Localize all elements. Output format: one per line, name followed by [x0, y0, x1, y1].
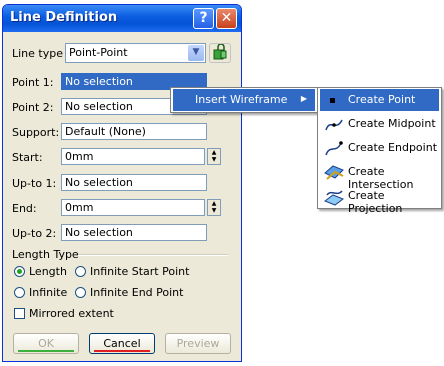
menu-item-label: Create Midpoint	[348, 117, 436, 130]
ok-button[interactable]: OK	[13, 333, 79, 354]
upto2-label: Up-to 2:	[12, 227, 57, 240]
menu-item-label: Create Projection	[348, 189, 403, 215]
spin-up-icon[interactable]: ▲	[208, 149, 220, 156]
point-icon	[330, 98, 335, 103]
endpoint-icon	[325, 141, 343, 156]
infinite-end-label: Infinite End Point	[90, 286, 184, 299]
menu-item-label: Create Endpoint	[348, 141, 438, 154]
midpoint-icon	[325, 119, 343, 131]
line-type-lock-button[interactable]	[209, 43, 231, 63]
menu-item-create-midpoint[interactable]: Create Midpoint	[320, 113, 439, 135]
menu-item-create-projection[interactable]: Create Projection	[320, 185, 439, 215]
mirrored-label: Mirrored extent	[29, 307, 114, 320]
preview-button-label: Preview	[176, 337, 220, 350]
title-bar[interactable]: Line Definition ? ✕	[3, 5, 241, 32]
upto1-field[interactable]: No selection	[61, 174, 207, 191]
line-type-label: Line type :	[12, 47, 71, 60]
point1-label: Point 1:	[12, 76, 54, 89]
infinite-radio-label: Infinite	[29, 286, 68, 299]
infinite-end-radio[interactable]	[75, 287, 86, 298]
end-field[interactable]: 0mm	[61, 199, 205, 216]
infinite-start-radio[interactable]	[75, 266, 86, 277]
chevron-down-icon[interactable]: ▼	[188, 45, 204, 61]
preview-button[interactable]: Preview	[165, 333, 231, 354]
spin-up-icon[interactable]: ▲	[208, 200, 220, 207]
menu-item-create-intersection[interactable]: Create Intersection	[320, 161, 439, 191]
length-radio-label: Length	[29, 265, 67, 278]
lock-icon	[213, 43, 227, 60]
projection-icon	[323, 190, 345, 206]
menu-item-label: Create Point	[348, 93, 416, 106]
support-label: Support:	[12, 126, 60, 139]
close-button[interactable]: ✕	[216, 8, 237, 29]
menu-item-create-point[interactable]: Create Point	[320, 89, 439, 111]
context-menu: Insert Wireframe ▶	[170, 87, 318, 113]
submenu-arrow-icon: ▶	[300, 94, 307, 103]
cancel-button[interactable]: Cancel	[89, 333, 155, 354]
intersection-icon	[324, 165, 344, 180]
support-field[interactable]: Default (None)	[61, 123, 207, 140]
infinite-radio[interactable]	[14, 287, 25, 298]
upto1-label: Up-to 1:	[12, 177, 57, 190]
start-spinner[interactable]: ▲ ▼	[207, 148, 221, 165]
help-button[interactable]: ?	[193, 8, 214, 29]
start-label: Start:	[12, 151, 43, 164]
menu-item-insert-wireframe[interactable]: Insert Wireframe ▶	[173, 89, 315, 111]
cancel-button-label: Cancel	[103, 337, 141, 350]
length-radio[interactable]	[14, 266, 25, 277]
group-divider	[78, 254, 228, 256]
line-type-combo[interactable]: Point-Point ▼	[65, 43, 206, 63]
close-icon: ✕	[220, 10, 233, 26]
length-type-label: Length Type	[12, 248, 79, 261]
end-spinner[interactable]: ▲ ▼	[207, 199, 221, 216]
spin-down-icon[interactable]: ▼	[208, 156, 220, 163]
ok-button-label: OK	[38, 337, 54, 350]
infinite-start-label: Infinite Start Point	[90, 265, 190, 278]
ok-accent	[18, 350, 74, 352]
help-icon: ?	[199, 10, 208, 26]
wireframe-submenu: Create Point Create Midpoint Create Endp…	[317, 87, 442, 215]
dialog-title: Line Definition	[10, 10, 118, 25]
mirrored-checkbox[interactable]	[14, 308, 25, 319]
end-label: End:	[12, 202, 37, 215]
upto2-field[interactable]: No selection	[61, 224, 207, 241]
cancel-accent	[94, 350, 150, 352]
menu-item-label: Insert Wireframe	[195, 93, 288, 106]
line-type-value: Point-Point	[69, 46, 128, 59]
point2-label: Point 2:	[12, 101, 54, 114]
line-definition-dialog: Line Definition ? ✕ Line type : Point-Po…	[2, 4, 242, 362]
spin-down-icon[interactable]: ▼	[208, 207, 220, 214]
menu-item-create-endpoint[interactable]: Create Endpoint	[320, 137, 439, 159]
start-field[interactable]: 0mm	[61, 148, 205, 165]
